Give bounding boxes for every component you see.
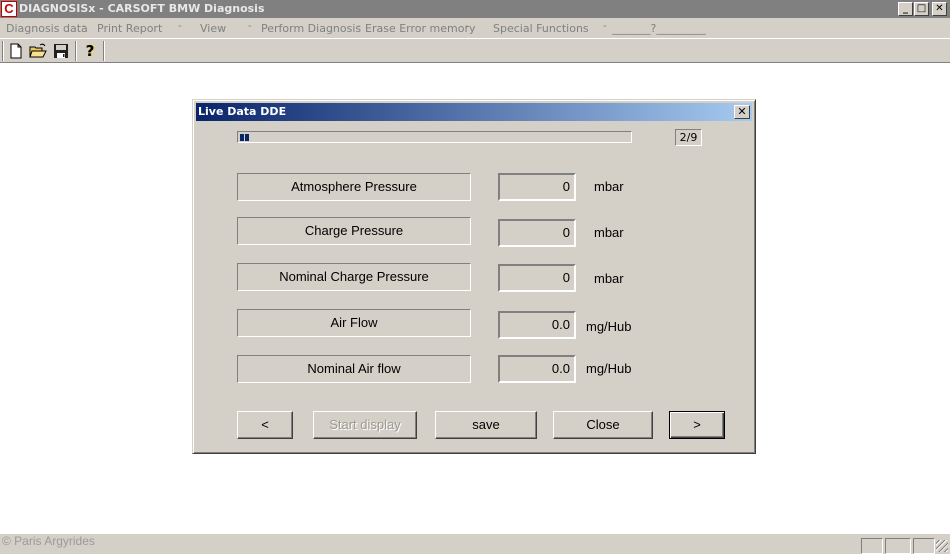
menu-separator: - (82, 21, 86, 32)
menu-bar: Diagnosis data - Print Report - View - P… (0, 18, 950, 38)
parameter-label-charge-pressure: Charge Pressure (237, 217, 471, 245)
menu-separator: - (465, 21, 469, 32)
previous-page-button[interactable]: < (237, 411, 293, 439)
dialog-titlebar[interactable]: Live Data DDE ✕ (196, 103, 752, 121)
copyright-watermark: © Paris Argyrides (2, 534, 95, 548)
menu-print-report[interactable]: Print Report (97, 22, 162, 35)
parameter-label-nominal-air-flow: Nominal Air flow (237, 355, 471, 383)
dialog-title: Live Data DDE (198, 105, 287, 118)
next-page-button[interactable]: > (669, 411, 725, 439)
new-document-icon[interactable] (6, 41, 26, 61)
toolbar-separator (2, 41, 4, 61)
app-title: DIAGNOSISx - CARSOFT BMW Diagnosis (19, 2, 265, 15)
live-data-dialog: Live Data DDE ✕ 2/9 Atmosphere Pressure … (192, 99, 756, 454)
progress-block (240, 134, 244, 141)
page-progress-bar (237, 131, 632, 143)
help-question-glyph: ? (85, 42, 95, 60)
menu-diagnosis-data[interactable]: Diagnosis data (6, 22, 88, 35)
toolbar-separator (103, 41, 105, 61)
status-panel (913, 538, 935, 554)
parameter-unit: mbar (594, 271, 624, 286)
menu-erase-error-memory[interactable]: Erase Error memory (365, 22, 475, 35)
minimize-button[interactable]: _ (898, 2, 913, 16)
resize-grip-icon[interactable] (936, 540, 948, 552)
progress-block (245, 134, 249, 141)
status-bar: © Paris Argyrides (0, 533, 950, 554)
parameter-unit: mg/Hub (586, 361, 632, 376)
save-disk-icon[interactable] (51, 41, 71, 61)
status-panel (885, 538, 911, 554)
menu-view[interactable]: View (200, 22, 226, 35)
menu-perform-diagnosis[interactable]: Perform Diagnosis (261, 22, 361, 35)
parameter-value-charge-pressure: 0 (498, 219, 576, 247)
open-folder-icon[interactable] (28, 41, 48, 61)
app-logo-icon[interactable]: C (1, 1, 17, 17)
toolbar: ? (0, 38, 950, 63)
parameter-label-atmosphere-pressure: Atmosphere Pressure (237, 173, 471, 201)
parameter-label-nominal-charge-pressure: Nominal Charge Pressure (237, 263, 471, 291)
close-window-button[interactable]: ✕ (932, 2, 947, 16)
dialog-close-icon[interactable]: ✕ (734, 105, 750, 119)
start-display-button[interactable]: Start display (313, 411, 417, 439)
menu-help[interactable]: _______?_________ (612, 22, 706, 35)
parameter-value-nominal-charge-pressure: 0 (498, 264, 576, 292)
parameter-value-atmosphere-pressure: 0 (498, 173, 576, 201)
help-question-icon[interactable]: ? (80, 41, 100, 61)
parameter-value-nominal-air-flow: 0.0 (498, 355, 576, 383)
menu-separator: - (178, 21, 182, 32)
parameter-unit: mg/Hub (586, 319, 632, 334)
parameter-label-air-flow: Air Flow (237, 309, 471, 337)
menu-special-functions[interactable]: Special Functions (493, 22, 589, 35)
menu-separator: - (357, 21, 361, 32)
parameter-unit: mbar (594, 179, 624, 194)
menu-separator: - (603, 21, 607, 32)
toolbar-separator (75, 41, 77, 61)
parameter-unit: mbar (594, 225, 624, 240)
parameter-value-air-flow: 0.0 (498, 311, 576, 339)
page-indicator: 2/9 (675, 129, 702, 146)
close-dialog-button[interactable]: Close (553, 411, 653, 439)
menu-separator: - (248, 21, 252, 32)
app-titlebar[interactable]: C DIAGNOSISx - CARSOFT BMW Diagnosis _ □… (0, 0, 950, 18)
save-button[interactable]: save (435, 411, 537, 439)
maximize-button[interactable]: □ (914, 2, 929, 16)
status-panel (861, 538, 883, 554)
